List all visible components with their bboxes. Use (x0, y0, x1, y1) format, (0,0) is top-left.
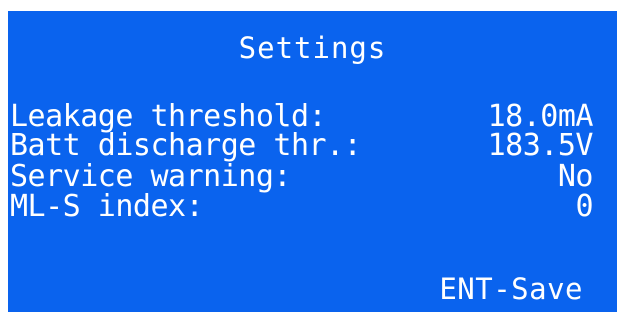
screen-title: Settings (238, 31, 387, 65)
setting-value: 0 (575, 189, 593, 224)
settings-screen: Settings Leakage threshold: 18.0mA Batt … (8, 11, 617, 312)
setting-row-service-warning[interactable]: Service warning: No (8, 162, 617, 192)
setting-row-mls-index[interactable]: ML-S index: 0 (8, 192, 617, 222)
setting-value: No (557, 159, 594, 194)
save-hint: ENT-Save (439, 272, 583, 306)
setting-label: Service warning: (10, 159, 291, 194)
setting-row-batt-discharge-threshold[interactable]: Batt discharge thr.: 183.5V (8, 131, 617, 161)
setting-label: ML-S index: (10, 189, 204, 224)
setting-label: Batt discharge thr.: (10, 128, 362, 163)
setting-value: 183.5V (487, 128, 594, 163)
